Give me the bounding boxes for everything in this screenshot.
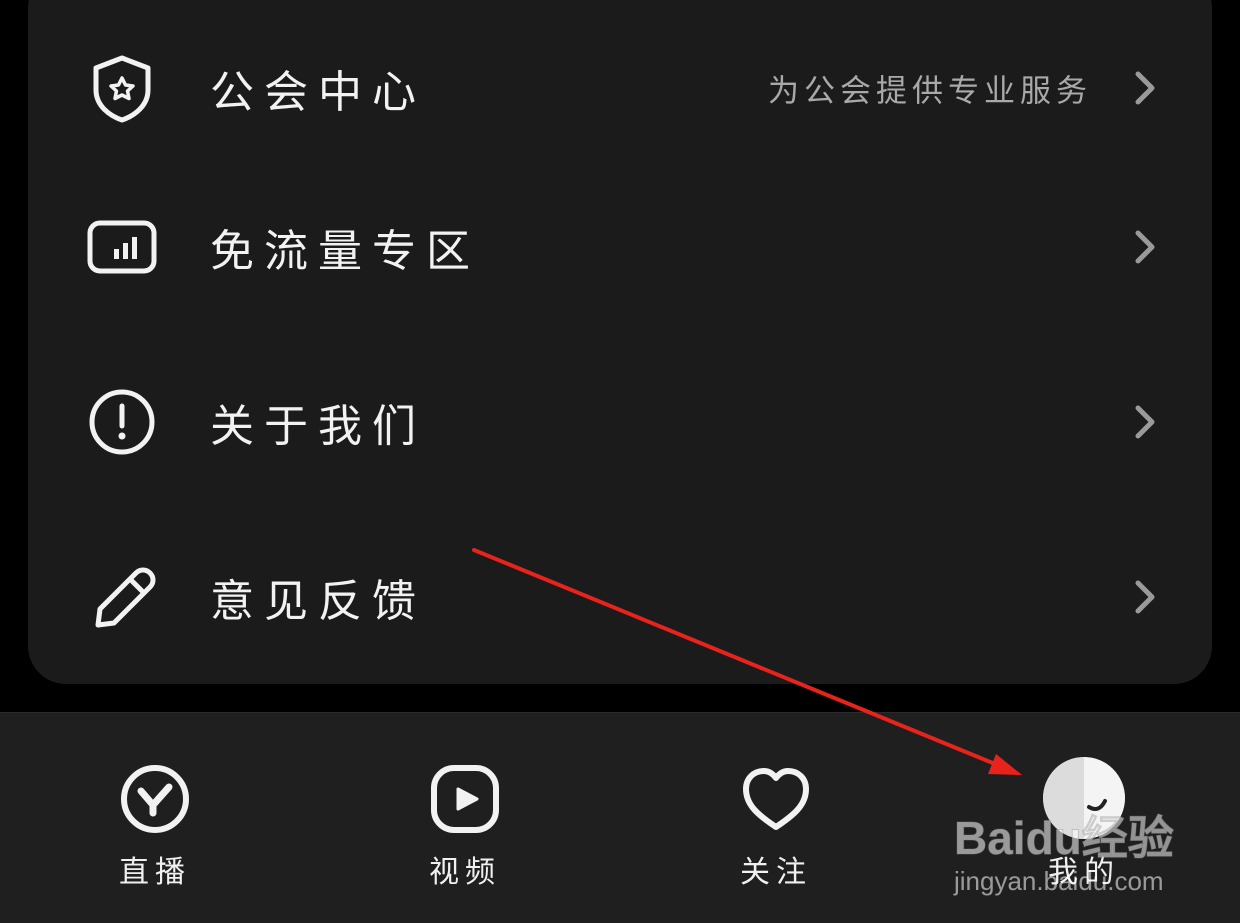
menu-item-label: 关于我们 <box>210 400 426 452</box>
menu-item-label: 免流量专区 <box>210 225 480 277</box>
tab-follow[interactable]: 关注 <box>676 713 876 923</box>
tab-label: 我的 <box>1048 855 1120 890</box>
shield-star-icon <box>84 50 160 126</box>
tab-label: 关注 <box>740 855 812 890</box>
pencil-icon <box>84 559 160 635</box>
bottom-tab-bar: 直播 视频 关注 我的 <box>0 712 1240 923</box>
chevron-right-icon <box>1130 68 1160 108</box>
tab-live[interactable]: 直播 <box>55 713 255 923</box>
tab-mine[interactable]: 我的 <box>984 713 1184 923</box>
info-exclamation-icon <box>84 384 160 460</box>
tab-label: 直播 <box>119 855 191 890</box>
menu-item-subtitle: 为公会提供专业服务 <box>768 73 1092 109</box>
chevron-right-icon <box>1130 227 1160 267</box>
menu-item-label: 意见反馈 <box>210 575 426 627</box>
menu-item-about-us[interactable]: 关于我们 <box>28 334 1212 509</box>
tab-video[interactable]: 视频 <box>365 713 565 923</box>
menu-item-free-data-zone[interactable]: 免流量专区 <box>28 159 1212 334</box>
live-y-icon <box>117 761 193 837</box>
settings-menu-card: 公会中心 为公会提供专业服务 免流量专区 关于我们 意见反馈 <box>28 0 1212 684</box>
chevron-right-icon <box>1130 577 1160 617</box>
menu-item-guild-center[interactable]: 公会中心 为公会提供专业服务 <box>28 0 1212 175</box>
video-play-icon <box>427 761 503 837</box>
tab-label: 视频 <box>429 855 501 890</box>
signal-bars-icon <box>84 209 160 285</box>
chevron-right-icon <box>1130 402 1160 442</box>
menu-item-feedback[interactable]: 意见反馈 <box>28 509 1212 684</box>
menu-item-label: 公会中心 <box>210 66 426 118</box>
avatar-icon <box>1043 757 1125 839</box>
heart-icon <box>738 761 814 837</box>
